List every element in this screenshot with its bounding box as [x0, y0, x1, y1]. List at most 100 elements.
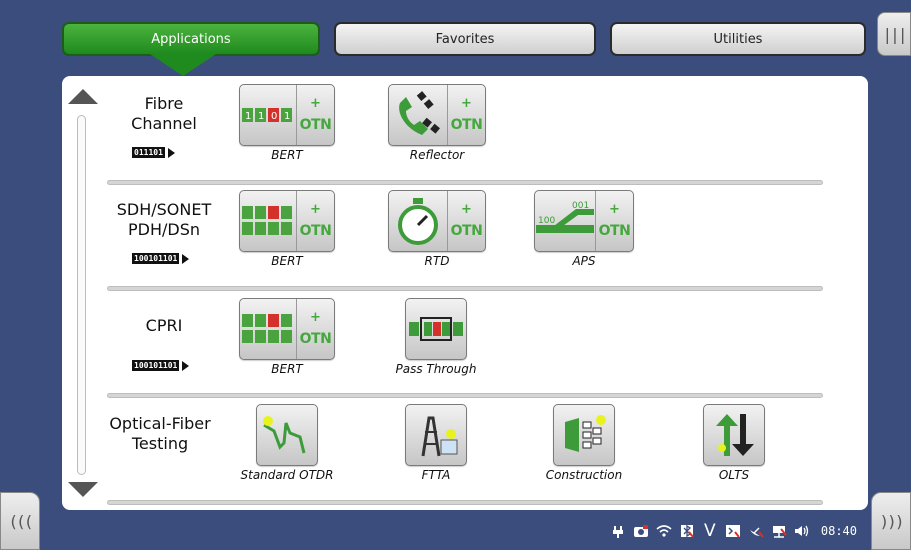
scroll-left-button[interactable]: (((: [0, 492, 40, 550]
construction-icon: [553, 404, 615, 466]
chevrons-left-icon: (((: [8, 511, 34, 531]
tower-icon: [406, 405, 466, 465]
app-label: BERT: [271, 254, 303, 268]
svg-text:1: 1: [284, 111, 290, 122]
camera-icon: [633, 524, 649, 538]
otn-badge: + OTN: [447, 191, 485, 251]
app-label: Reflector: [409, 148, 465, 162]
app-label: OLTS: [718, 468, 750, 482]
phone-bits-icon: [389, 85, 447, 145]
aps-otn-icon: 001 100 + OTN: [534, 190, 634, 252]
aps-bits-b: 100: [538, 216, 555, 226]
tab-label: Favorites: [435, 31, 495, 47]
app-sdh-aps[interactable]: 001 100 + OTN APS: [534, 190, 634, 268]
section-title-line: CPRI: [145, 316, 183, 335]
app-cpri-bert[interactable]: + OTN BERT: [237, 298, 337, 376]
otn-text: OTN: [450, 223, 483, 239]
section-title-line: Optical-Fiber: [109, 414, 211, 433]
v-indicator: V: [704, 521, 716, 541]
plus-icon: +: [310, 202, 321, 217]
section-title-line: SDH/SONET: [116, 200, 212, 219]
section-divider: [107, 500, 823, 505]
bit-pattern-text: 011101: [132, 147, 165, 158]
section-title-line: PDH/DSn: [127, 220, 200, 239]
power-plug-icon: [610, 524, 626, 538]
menu-handle-button[interactable]: |||: [877, 12, 911, 56]
clock: 08:40: [820, 524, 857, 538]
app-label: FTTA: [421, 468, 451, 482]
app-label: Standard OTDR: [240, 468, 334, 482]
otn-badge: + OTN: [447, 85, 485, 145]
stopwatch-icon: [389, 191, 447, 251]
app-label: BERT: [271, 148, 303, 162]
bit-pattern-icon: 100101101: [132, 360, 190, 371]
aps-bits-a: 001: [572, 201, 589, 211]
svg-text:0: 0: [271, 111, 277, 122]
tab-label: Applications: [151, 31, 231, 47]
section-title-line: Testing: [131, 434, 189, 453]
section-title-line: Fibre: [144, 94, 184, 113]
app-construction[interactable]: Construction: [534, 404, 634, 482]
wifi-icon: [656, 524, 672, 538]
app-label: APS: [572, 254, 596, 268]
otdr-icon: [256, 404, 318, 466]
section-title-cpri: CPRI: [104, 316, 224, 336]
app-standard-otdr[interactable]: Standard OTDR: [237, 404, 337, 482]
svg-text:1: 1: [258, 111, 264, 122]
otdr-trace-icon: [257, 405, 317, 465]
stopwatch-otn-icon: + OTN: [388, 190, 486, 252]
scroll-down-arrow-icon[interactable]: [68, 482, 98, 497]
app-label: RTD: [424, 254, 450, 268]
section-divider: [107, 393, 823, 398]
bit-pattern-icon: 011101: [132, 147, 175, 158]
app-cpri-pass-through[interactable]: Pass Through: [386, 298, 486, 376]
tab-bar: Applications Favorites Utilities: [62, 22, 868, 76]
section-divider: [107, 286, 823, 291]
otn-text: OTN: [598, 223, 631, 239]
bit-pattern-text: 100101101: [132, 360, 180, 371]
menu-handle-icon: |||: [882, 24, 908, 44]
chevrons-right-icon: ))): [879, 511, 905, 531]
applications-panel: Fibre Channel 011101 1101 + OTN BERT + O…: [62, 76, 868, 510]
otn-text: OTN: [299, 117, 332, 133]
bit-pattern-text: 100101101: [132, 253, 180, 264]
construction-network-icon: [554, 405, 614, 465]
aps-switch-icon: 001 100: [535, 191, 595, 251]
bit-pattern-icon: 100101101: [132, 253, 190, 264]
otn-text: OTN: [299, 223, 332, 239]
plus-icon: +: [461, 96, 472, 111]
olts-arrows-icon: [703, 404, 765, 466]
pass-through-bits-icon: [406, 299, 466, 359]
tab-favorites[interactable]: Favorites: [334, 22, 596, 56]
app-fc-reflector[interactable]: + OTN Reflector: [387, 84, 487, 162]
otn-text: OTN: [299, 331, 332, 347]
tab-utilities[interactable]: Utilities: [610, 22, 866, 56]
app-ftta[interactable]: FTTA: [386, 404, 486, 482]
speaker-volume-icon[interactable]: [794, 524, 810, 538]
bert-bits-icon: 1101: [240, 85, 296, 145]
scroll-right-button[interactable]: ))): [871, 492, 911, 550]
plus-icon: +: [310, 310, 321, 325]
app-fc-bert[interactable]: 1101 + OTN BERT: [237, 84, 337, 162]
pass-through-icon: [405, 298, 467, 360]
section-title-fibre-channel: Fibre Channel: [104, 94, 224, 134]
otn-text: OTN: [450, 117, 483, 133]
tab-label: Utilities: [713, 31, 763, 47]
terminal-icon: [725, 524, 741, 538]
network-icon: [771, 524, 787, 538]
olts-arrows-graphic: [704, 405, 764, 465]
bert-bits-icon: [240, 191, 296, 251]
app-sdh-rtd[interactable]: + OTN RTD: [387, 190, 487, 268]
app-olts[interactable]: OLTS: [684, 404, 784, 482]
satellite-dish-icon: [748, 524, 764, 538]
app-label: Pass Through: [395, 362, 477, 376]
app-label: Construction: [545, 468, 623, 482]
tab-applications[interactable]: Applications: [62, 22, 320, 56]
app-label: BERT: [271, 362, 303, 376]
bluetooth-icon: [679, 524, 695, 538]
scroll-up-arrow-icon[interactable]: [68, 89, 98, 104]
play-triangle-icon: [167, 147, 175, 158]
vertical-scrollbar[interactable]: [77, 115, 86, 475]
app-sdh-bert[interactable]: + OTN BERT: [237, 190, 337, 268]
plus-icon: +: [461, 202, 472, 217]
